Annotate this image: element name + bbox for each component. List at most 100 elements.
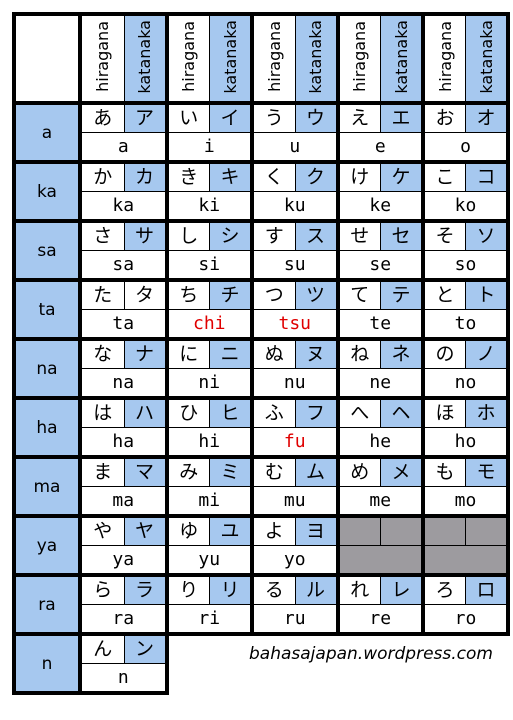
- kana-row: ra らラりリるルれレろロ: [12, 573, 510, 636]
- hiragana-cell: く: [250, 160, 296, 192]
- header-label-text: katanaka: [220, 19, 240, 94]
- row-header-ma: ma: [12, 455, 82, 518]
- katakana-cell: シ: [209, 219, 254, 251]
- romaji-cell: re: [335, 604, 425, 636]
- romaji-cell: nu: [250, 368, 340, 400]
- header-label-text: hiragana: [264, 21, 284, 92]
- romaji-cell: u: [250, 132, 340, 164]
- hiragana-cell: い: [164, 101, 210, 133]
- hiragana-cell: つ: [250, 278, 296, 310]
- romaji-cell: sa: [78, 250, 169, 282]
- romaji-cell: ke: [335, 191, 425, 223]
- katakana-cell: カ: [124, 160, 169, 192]
- hiragana-cell: の: [421, 337, 466, 369]
- katakana-cell: サ: [124, 219, 169, 251]
- romaji-cell: he: [335, 427, 425, 459]
- kana-row: ta たタちチつツてテとト: [12, 278, 510, 341]
- romaji-cell: me: [335, 486, 425, 518]
- hiragana-cell: そ: [421, 219, 466, 251]
- romaji-cell: ne: [335, 368, 425, 400]
- hiragana-cell: あ: [78, 101, 125, 133]
- hiragana-cell: え: [335, 101, 381, 133]
- katakana-cell: ノ: [465, 337, 510, 369]
- credit-text: bahasajapan.wordpress.com: [249, 644, 493, 664]
- katakana-cell: ケ: [380, 160, 425, 192]
- hiragana-cell: ん: [78, 632, 125, 664]
- hiragana-cell: う: [250, 101, 296, 133]
- hiragana-cell: な: [78, 337, 125, 369]
- hiragana-cell: み: [164, 455, 210, 487]
- katakana-cell: メ: [380, 455, 425, 487]
- header-label-text: hiragana: [350, 21, 370, 92]
- katakana-cell: ヤ: [124, 514, 169, 546]
- row-header-n: n: [12, 632, 82, 695]
- romaji-cell: fu: [250, 427, 340, 459]
- romaji-row: na ni nu ne no: [14, 368, 510, 400]
- katakana-cell: ツ: [295, 278, 340, 310]
- hiragana-cell: た: [78, 278, 125, 310]
- katakana-cell: オ: [465, 101, 510, 133]
- romaji-cell: su: [250, 250, 340, 282]
- romaji-cell: te: [335, 309, 425, 341]
- katakana-cell: ソ: [465, 219, 510, 251]
- romaji-cell: ni: [164, 368, 254, 400]
- hiragana-cell: め: [335, 455, 381, 487]
- hiragana-cell: ひ: [164, 396, 210, 428]
- hiragana-cell: ほ: [421, 396, 466, 428]
- hiragana-cell: と: [421, 278, 466, 310]
- hiragana-cell: ぬ: [250, 337, 296, 369]
- header-label-text: katanaka: [135, 19, 154, 94]
- katakana-cell: モ: [465, 455, 510, 487]
- blank-area: [167, 634, 253, 693]
- romaji-cell: ru: [250, 604, 340, 636]
- katakana-cell: レ: [380, 573, 425, 605]
- romaji-cell: ho: [421, 427, 510, 459]
- romaji-row: ta chi tsu te to: [14, 309, 510, 341]
- katakana-cell: フ: [295, 396, 340, 428]
- header-katakana-label: katanaka: [380, 12, 425, 105]
- katakana-cell: ト: [465, 278, 510, 310]
- romaji-cell: ri: [164, 604, 254, 636]
- empty-romaji-cell: [421, 545, 510, 577]
- katakana-cell: ホ: [465, 396, 510, 428]
- romaji-cell: yu: [164, 545, 254, 577]
- hiragana-cell: ち: [164, 278, 210, 310]
- hiragana-cell: ね: [335, 337, 381, 369]
- katakana-cell: ヘ: [380, 396, 425, 428]
- katakana-cell: ネ: [380, 337, 425, 369]
- empty-romaji-cell: [335, 545, 425, 577]
- romaji-cell: ko: [421, 191, 510, 223]
- katakana-cell: ヌ: [295, 337, 340, 369]
- katakana-cell: ハ: [124, 396, 169, 428]
- header-katakana-label: katanaka: [123, 12, 169, 105]
- katakana-cell: ウ: [295, 101, 340, 133]
- romaji-row: ma mi mu me mo: [14, 486, 510, 518]
- katakana-cell: ク: [295, 160, 340, 192]
- katakana-cell: マ: [124, 455, 169, 487]
- hiragana-cell: よ: [250, 514, 296, 546]
- romaji-cell: mi: [164, 486, 254, 518]
- katakana-cell: イ: [209, 101, 254, 133]
- hiragana-cell: む: [250, 455, 296, 487]
- hiragana-cell: や: [78, 514, 125, 546]
- header-katakana-label: katanaka: [294, 12, 340, 105]
- katakana-cell: リ: [209, 573, 254, 605]
- romaji-cell: i: [164, 132, 254, 164]
- romaji-cell: ro: [421, 604, 510, 636]
- kana-row: sa さサしシすスせセそソ: [12, 219, 510, 282]
- hiragana-cell: ふ: [250, 396, 296, 428]
- katakana-cell: ム: [295, 455, 340, 487]
- katakana-cell: セ: [380, 219, 425, 251]
- header-label-text: katanaka: [306, 19, 325, 94]
- romaji-cell: to: [421, 309, 510, 341]
- romaji-cell: no: [421, 368, 510, 400]
- romaji-cell: ya: [78, 545, 169, 577]
- hiragana-cell: れ: [335, 573, 381, 605]
- romaji-row: aiueo: [14, 132, 510, 164]
- header-hiragana-label: hiragana: [78, 12, 125, 105]
- hiragana-cell: し: [164, 219, 210, 251]
- romaji-cell: na: [78, 368, 169, 400]
- hiragana-cell: け: [335, 160, 381, 192]
- hiragana-cell: ゆ: [164, 514, 210, 546]
- katakana-cell: エ: [380, 101, 425, 133]
